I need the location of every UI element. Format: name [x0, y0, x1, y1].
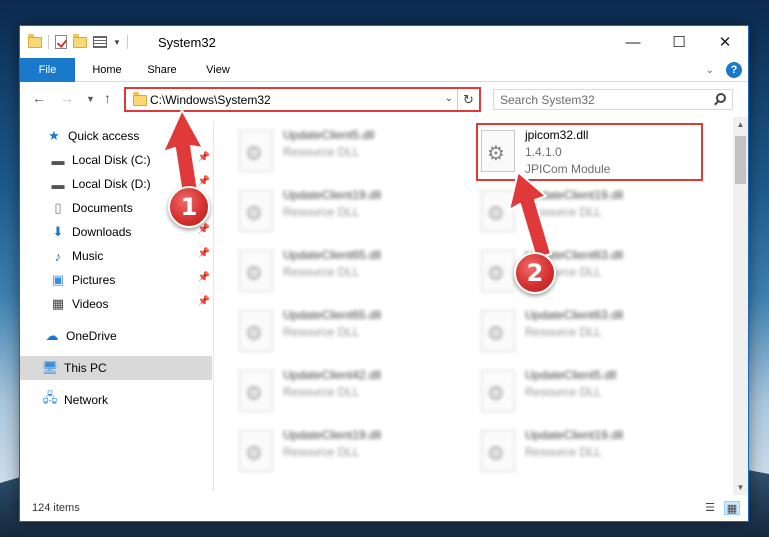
ribbon-tabs: File Home Share View ⌄ ?	[20, 58, 748, 82]
search-placeholder: Search System32	[500, 93, 595, 107]
large-icons-view-icon[interactable]: ▦	[724, 501, 740, 515]
dll-file-icon	[239, 190, 273, 232]
list-item[interactable]: UpdateClient19.dll Resource DLL	[479, 426, 689, 478]
list-item[interactable]: UpdateClient5.dll Resource DLL	[237, 126, 447, 178]
scroll-down-icon[interactable]: ▼	[733, 480, 748, 495]
sidebar-item-local-disk-c[interactable]: ▬ Local Disk (C:) 📌	[20, 148, 212, 172]
dll-file-icon	[239, 370, 273, 412]
search-input[interactable]: Search System32	[493, 89, 733, 110]
address-bar[interactable]: C:\Windows\System32 ⌄ ↻	[124, 87, 481, 112]
file-highlight-box	[476, 123, 703, 181]
folder-icon	[133, 92, 147, 106]
scrollbar-thumb[interactable]	[735, 136, 746, 184]
refresh-icon[interactable]: ↻	[457, 89, 479, 110]
list-item[interactable]: UpdateClient19.dll Resource DLL	[479, 186, 689, 238]
dll-file-icon	[239, 130, 273, 172]
list-item[interactable]: UpdateClient63.dll Resource DLL	[479, 246, 689, 298]
chevron-down-icon[interactable]: ▼	[113, 38, 121, 47]
list-item[interactable]: UpdateClient65.dll Resource DLL	[237, 246, 447, 298]
search-icon[interactable]	[716, 93, 726, 103]
tab-file[interactable]: File	[20, 58, 75, 82]
address-dropdown-icon[interactable]: ⌄	[445, 93, 453, 104]
list-item[interactable]: UpdateClient65.dll Resource DLL	[237, 306, 447, 358]
dll-file-icon	[239, 310, 273, 352]
computer-icon: 🖥	[41, 360, 59, 375]
list-item[interactable]: UpdateClient19.dll Resource DLL	[237, 186, 447, 238]
dll-file-icon	[481, 190, 515, 232]
scroll-up-icon[interactable]: ▲	[733, 117, 748, 132]
sidebar-item-network[interactable]: 🖧 Network	[20, 388, 212, 412]
sidebar-item-onedrive[interactable]: ☁ OneDrive	[20, 324, 212, 348]
folder-icon	[28, 33, 42, 48]
details-view-icon[interactable]: ☰	[702, 501, 718, 515]
tab-home[interactable]: Home	[82, 58, 132, 82]
list-item[interactable]: UpdateClient63.dll Resource DLL	[479, 306, 689, 358]
pictures-icon: ▣	[51, 272, 65, 287]
music-icon: ♪	[54, 248, 62, 264]
pin-icon[interactable]: 📌	[198, 248, 210, 259]
maximize-button[interactable]: ☐	[656, 26, 702, 58]
sidebar-item-videos[interactable]: ▦ Videos 📌	[20, 292, 212, 316]
window-title: System32	[158, 35, 216, 50]
video-icon: ▦	[51, 296, 65, 311]
pin-icon[interactable]: 📌	[198, 176, 210, 187]
network-icon: 🖧	[42, 390, 58, 405]
list-item[interactable]: UpdateClient19.dll Resource DLL	[237, 426, 447, 478]
pin-icon[interactable]: 📌	[198, 224, 210, 235]
dll-file-icon	[481, 370, 515, 412]
up-arrow-icon[interactable]: ↑	[104, 90, 111, 106]
pin-icon[interactable]: 📌	[198, 296, 210, 307]
address-path[interactable]: C:\Windows\System32	[150, 93, 271, 107]
list-item[interactable]: UpdateClient5.dll Resource DLL	[479, 366, 689, 418]
minimize-button[interactable]: —	[610, 26, 656, 58]
navigation-pane: ★ Quick access ▬ Local Disk (C:) 📌 ▬ Loc…	[20, 122, 214, 492]
document-icon: ▯	[54, 200, 62, 215]
annotation-badge-2: 2	[514, 252, 556, 294]
dll-file-icon	[239, 250, 273, 292]
back-arrow-icon[interactable]: ←	[32, 90, 46, 106]
quick-access-toolbar: ▼	[28, 33, 128, 49]
customize-toolbar-icon[interactable]	[93, 36, 107, 48]
vertical-scrollbar[interactable]: ▲ ▼	[733, 117, 748, 495]
dll-file-icon	[239, 430, 273, 472]
recent-locations-icon[interactable]: ▼	[86, 94, 95, 104]
window-controls: — ☐ ✕	[610, 26, 748, 58]
dll-file-icon	[481, 310, 515, 352]
title-bar: ▼ System32 — ☐ ✕	[20, 26, 748, 58]
tab-share[interactable]: Share	[140, 58, 184, 82]
list-item[interactable]: UpdateClient42.dll Resource DLL	[237, 366, 447, 418]
forward-arrow-icon[interactable]: →	[60, 90, 74, 106]
download-icon: ⬇	[52, 224, 64, 239]
sidebar-item-pictures[interactable]: ▣ Pictures 📌	[20, 268, 212, 292]
drive-icon: ▬	[51, 152, 65, 168]
annotation-badge-1: 1	[168, 186, 210, 228]
pin-icon[interactable]: 📌	[198, 152, 210, 163]
status-bar: 124 items ☰ ▦	[20, 497, 748, 521]
dll-file-icon	[481, 250, 515, 292]
sidebar-item-this-pc[interactable]: 🖥 This PC	[20, 356, 212, 380]
item-count: 124 items	[32, 502, 80, 514]
properties-check-icon[interactable]	[55, 35, 67, 49]
cloud-icon: ☁	[45, 328, 59, 343]
expand-ribbon-icon[interactable]: ⌄	[706, 65, 714, 76]
file-explorer-window: ▼ System32 — ☐ ✕ File Home Share View ⌄ …	[19, 25, 749, 522]
new-folder-icon[interactable]	[73, 33, 87, 48]
tab-view[interactable]: View	[198, 58, 238, 82]
dll-file-icon	[481, 430, 515, 472]
sidebar-item-quick-access[interactable]: ★ Quick access	[20, 124, 212, 148]
sidebar-item-music[interactable]: ♪ Music 📌	[20, 244, 212, 268]
close-button[interactable]: ✕	[702, 26, 748, 58]
star-icon: ★	[48, 128, 60, 143]
navigation-bar: ← → ▼ ↑ C:\Windows\System32 ⌄ ↻ Search S…	[20, 84, 748, 114]
pin-icon[interactable]: 📌	[198, 272, 210, 283]
help-icon[interactable]: ?	[726, 62, 742, 78]
drive-icon: ▬	[51, 176, 65, 192]
